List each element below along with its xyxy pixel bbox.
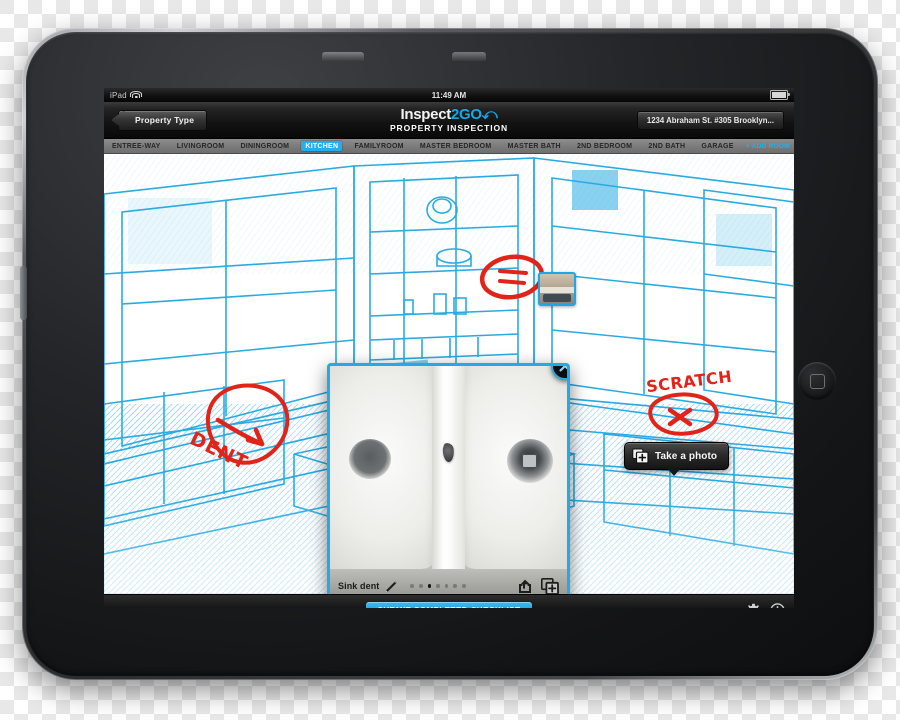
property-type-label: Property Type (135, 115, 195, 125)
add-photo-icon[interactable] (541, 577, 559, 595)
home-button-square-icon (809, 373, 825, 389)
take-a-photo-label: Take a photo (655, 450, 718, 462)
blueprint-canvas[interactable]: DENT SCRATCH Take a photo Sink dent (104, 154, 794, 594)
battery-icon (770, 90, 790, 100)
logo-check-mark-icon: ⤺ (481, 106, 498, 124)
property-type-button[interactable]: Property Type (118, 109, 208, 131)
status-bar-right (770, 90, 790, 100)
screenshot-stage: iPad 11:49 AM Property Type Inspect2GO⤺ … (0, 0, 900, 720)
thumbnail-object (542, 293, 572, 302)
sink-drain-right (506, 439, 553, 484)
thumbnail-band (540, 286, 574, 294)
room-tab-garage[interactable]: GARAGE (697, 141, 737, 151)
sink-divider (431, 366, 466, 569)
status-bar-time: 11:49 AM (431, 90, 467, 100)
photo-page-dots[interactable] (410, 584, 512, 588)
bottom-toolbar: SUBMIT COMPLETED CHECKLIST (104, 594, 794, 608)
room-tab-kitchen[interactable]: KITCHEN (301, 141, 343, 151)
photo-thumbnail[interactable] (538, 272, 576, 306)
take-a-photo-button[interactable]: Take a photo (624, 442, 730, 476)
room-tab-livingroom[interactable]: LIVINGROOM (173, 141, 229, 151)
add-room-button[interactable]: + ADD ROOM (746, 143, 790, 150)
power-button[interactable] (322, 52, 364, 61)
room-tab-master-bedroom[interactable]: MASTER BEDROOM (416, 141, 496, 151)
room-tabs: ENTREE-WAY LIVINGROOM DININGROOM KITCHEN… (104, 139, 794, 154)
room-tab-entree-way[interactable]: ENTREE-WAY (108, 141, 165, 151)
photo-image (330, 366, 567, 569)
sink-drain-left (348, 439, 391, 480)
submit-checklist-button[interactable]: SUBMIT COMPLETED CHECKLIST (365, 601, 533, 609)
property-address-label: 1234 Abraham St. #305 Brooklyn... (646, 115, 774, 125)
room-tab-diningroom[interactable]: DININGROOM (236, 141, 293, 151)
side-switch[interactable] (20, 266, 27, 320)
photo-caption-bar: Sink dent (330, 569, 567, 594)
bottom-toolbar-icons (746, 602, 785, 609)
home-button[interactable] (798, 362, 836, 400)
submit-checklist-label: SUBMIT COMPLETED CHECKLIST (378, 606, 521, 609)
room-tab-2nd-bath[interactable]: 2ND BATH (644, 141, 689, 151)
photo-popup[interactable]: Sink dent (327, 363, 570, 594)
info-icon[interactable] (770, 602, 785, 609)
status-bar: iPad 11:49 AM (104, 88, 794, 102)
volume-button[interactable] (452, 52, 486, 61)
page-dot-1[interactable] (410, 584, 414, 588)
ipad-screen: iPad 11:49 AM Property Type Inspect2GO⤺ … (104, 88, 794, 608)
photo-caption: Sink dent (338, 581, 380, 591)
page-dot-6[interactable] (453, 584, 457, 588)
logo-primary: Inspect (400, 106, 452, 124)
room-tab-familyroom[interactable]: FAMILYROOM (350, 141, 407, 151)
camera-add-icon (632, 448, 649, 464)
page-dot-3[interactable] (427, 584, 432, 588)
pencil-icon[interactable] (385, 580, 398, 593)
room-tab-2nd-bedroom[interactable]: 2ND BEDROOM (573, 141, 636, 151)
property-address-field[interactable]: 1234 Abraham St. #305 Brooklyn... (636, 110, 784, 130)
room-tab-master-bath[interactable]: MASTER BATH (504, 141, 565, 151)
logo-accent: 2GO (450, 106, 482, 124)
photo-actions (518, 577, 559, 595)
page-dot-7[interactable] (461, 584, 466, 588)
app-header: Property Type Inspect2GO⤺ PROPERTY INSPE… (104, 102, 794, 139)
share-icon[interactable] (518, 579, 534, 594)
page-dot-5[interactable] (444, 584, 449, 588)
gear-icon[interactable] (746, 603, 761, 609)
page-dot-4[interactable] (436, 584, 440, 588)
close-icon (559, 366, 567, 372)
page-dot-2[interactable] (419, 584, 423, 588)
